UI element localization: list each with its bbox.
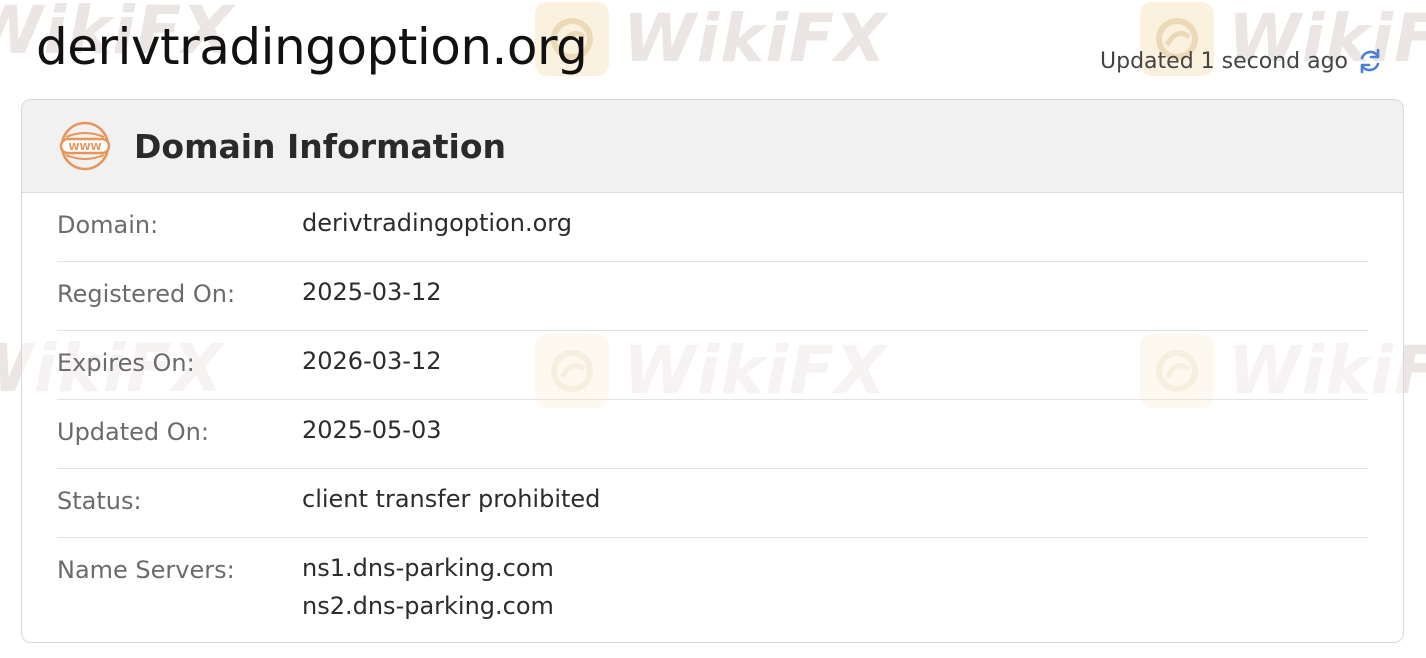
row-label: Updated On: (57, 418, 209, 446)
row-value: 2025-03-12 (302, 278, 442, 306)
card-title: Domain Information (134, 126, 506, 166)
row-label: Registered On: (57, 280, 236, 308)
row-value: 2026-03-12 (302, 347, 442, 375)
watermark: WikiFX (535, 0, 887, 77)
row-label: Name Servers: (57, 556, 235, 584)
watermark-text: WikiFX (623, 0, 887, 77)
table-row: Updated On: 2025-05-03 (57, 400, 1368, 469)
row-value: derivtradingoption.org (302, 209, 572, 237)
table-row: Status: client transfer prohibited (57, 469, 1368, 538)
row-label: Domain: (57, 211, 159, 239)
updated-text: Updated 1 second ago (1100, 48, 1348, 74)
row-value: 2025-05-03 (302, 416, 442, 444)
updated-status: Updated 1 second ago (1100, 47, 1384, 75)
svg-text:WWW: WWW (68, 142, 101, 153)
domain-information-card: WWW Domain Information Domain: derivtrad… (21, 99, 1404, 643)
row-value: client transfer prohibited (302, 485, 601, 513)
table-row: Domain: derivtradingoption.org (57, 193, 1368, 262)
table-row: Name Servers: ns1.dns-parking.com ns2.dn… (57, 538, 1368, 625)
page-title: derivtradingoption.org (36, 18, 588, 76)
domain-info-table: Domain: derivtradingoption.org Registere… (22, 193, 1403, 625)
name-servers-list: ns1.dns-parking.com ns2.dns-parking.com (302, 531, 554, 625)
www-globe-icon: WWW (58, 119, 112, 173)
refresh-icon[interactable] (1356, 47, 1384, 75)
card-header: WWW Domain Information (22, 100, 1403, 193)
page: WikiFX WikiFX WikiFX WikiFX WikiFX WikiF… (0, 0, 1426, 658)
name-server: ns2.dns-parking.com (302, 592, 554, 620)
table-row: Registered On: 2025-03-12 (57, 262, 1368, 331)
name-server: ns1.dns-parking.com (302, 554, 554, 582)
row-label: Status: (57, 487, 142, 515)
row-label: Expires On: (57, 349, 195, 377)
table-row: Expires On: 2026-03-12 (57, 331, 1368, 400)
